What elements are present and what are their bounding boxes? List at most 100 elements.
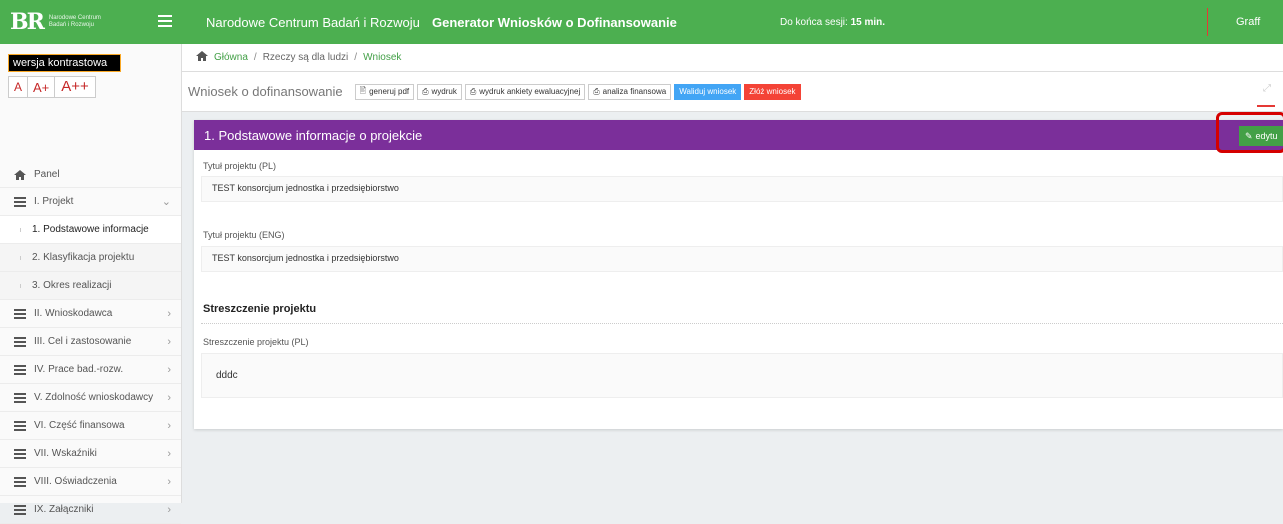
chevron-right-icon: › bbox=[167, 335, 171, 348]
sidebar-item-zalaczniki[interactable]: IX. Załączniki › bbox=[0, 496, 181, 524]
home-icon bbox=[14, 169, 26, 180]
list-icon bbox=[14, 420, 26, 431]
chevron-right-icon: › bbox=[167, 447, 171, 460]
print-button[interactable]: ⎙ wydruk bbox=[417, 83, 462, 100]
font-size-normal[interactable]: A bbox=[8, 76, 29, 98]
breadcrumb-home[interactable]: Główna bbox=[214, 52, 248, 63]
summary-heading: Streszczenie projektu bbox=[203, 303, 317, 315]
list-icon bbox=[14, 196, 26, 207]
font-size-large[interactable]: A+ bbox=[27, 76, 56, 98]
list-icon bbox=[14, 476, 26, 487]
chevron-right-icon: › bbox=[167, 391, 171, 404]
active-indicator bbox=[1257, 105, 1275, 107]
sidebar-item-panel[interactable]: Panel bbox=[0, 162, 181, 188]
sidebar-item-wskazniki[interactable]: VII. Wskaźniki › bbox=[0, 440, 181, 468]
sidebar: wersja kontrastowa A A+ A++ Panel I. Pro… bbox=[0, 44, 182, 524]
print-survey-button[interactable]: ⎙ wydruk ankiety ewaluacyjnej bbox=[464, 83, 586, 100]
button-label: wydruk ankiety ewaluacyjnej bbox=[479, 87, 581, 96]
chevron-right-icon: › bbox=[167, 307, 171, 320]
section-divider bbox=[201, 323, 1283, 324]
sidebar-item-prace[interactable]: IV. Prace bad.-rozw. › bbox=[0, 356, 181, 384]
org-name: Narodowe Centrum Badań i Rozwoju bbox=[206, 14, 420, 30]
summary-pl-value: dddc bbox=[201, 353, 1283, 398]
expand-icon[interactable]: ⤢ bbox=[1263, 83, 1271, 94]
list-icon bbox=[14, 504, 26, 515]
breadcrumb-current[interactable]: Wniosek bbox=[363, 52, 401, 63]
sidebar-item-oswiadczenia[interactable]: VIII. Oświadczenia › bbox=[0, 468, 181, 496]
sidebar-item-label: 2. Klasyfikacja projektu bbox=[32, 252, 135, 263]
financial-analysis-button[interactable]: ⎙ analiza finansowa bbox=[588, 83, 672, 100]
font-size-switcher: A A+ A++ bbox=[8, 76, 96, 98]
sidebar-item-label: VII. Wskaźniki bbox=[34, 448, 97, 459]
hamburger-menu-icon[interactable] bbox=[158, 15, 172, 30]
user-menu[interactable]: Graff bbox=[1236, 16, 1260, 28]
title-pl-value: TEST konsorcjum jednostka i przedsiębior… bbox=[201, 176, 1283, 202]
user-separator bbox=[1207, 8, 1208, 36]
sidebar-item-label: Panel bbox=[34, 169, 60, 180]
sidebar-item-label: 3. Okres realizacji bbox=[32, 280, 112, 291]
generate-pdf-button[interactable]: 🖹 generuj pdf bbox=[354, 83, 415, 100]
sidebar-item-label: I. Projekt bbox=[34, 196, 74, 207]
submit-button[interactable]: Złóż wniosek bbox=[744, 83, 801, 100]
printer-icon: ⎙ bbox=[593, 86, 600, 96]
sidebar-item-wnioskodawca[interactable]: II. Wnioskodawca › bbox=[0, 300, 181, 328]
button-label: generuj pdf bbox=[369, 87, 410, 96]
highlight-box bbox=[1216, 112, 1283, 153]
chevron-right-icon: › bbox=[167, 503, 171, 516]
section-title: 1. Podstawowe informacje o projekcie bbox=[204, 127, 423, 143]
tree-line bbox=[20, 255, 24, 260]
logo[interactable]: BR Narodowe Centrum Badań i Rozwoju bbox=[0, 0, 182, 44]
sidebar-item-label: VI. Część finansowa bbox=[34, 420, 125, 431]
page-title: Wniosek o dofinansowanie bbox=[188, 84, 343, 99]
title-eng-value: TEST konsorcjum jednostka i przedsiębior… bbox=[201, 246, 1283, 272]
home-icon[interactable] bbox=[196, 51, 208, 64]
list-icon bbox=[14, 448, 26, 459]
session-value: 15 min. bbox=[850, 16, 886, 28]
sidebar-menu: Panel I. Projekt ⌄ 1. Podstawowe informa… bbox=[0, 162, 181, 524]
breadcrumb: Główna / Rzeczy są dla ludzi / Wniosek bbox=[182, 44, 1283, 72]
printer-icon: ⎙ bbox=[469, 86, 477, 96]
breadcrumb-separator: / bbox=[253, 52, 257, 63]
contrast-toggle[interactable]: wersja kontrastowa bbox=[8, 54, 121, 72]
chevron-down-icon: ⌄ bbox=[161, 196, 171, 208]
button-label: wydruk bbox=[431, 87, 457, 96]
file-icon: 🖹 bbox=[359, 85, 367, 95]
session-label: Do końca sesji: bbox=[780, 16, 848, 28]
sidebar-item-label: IX. Załączniki bbox=[34, 504, 94, 515]
chevron-right-icon: › bbox=[167, 363, 171, 376]
session-timer: Do końca sesji: 15 min. bbox=[780, 17, 885, 28]
sidebar-item-label: 1. Podstawowe informacje bbox=[32, 224, 149, 235]
printer-icon: ⎙ bbox=[422, 86, 429, 96]
sidebar-item-finanse[interactable]: VI. Część finansowa › bbox=[0, 412, 181, 440]
sidebar-subitem-okres[interactable]: 3. Okres realizacji bbox=[0, 272, 181, 300]
sidebar-item-projekt[interactable]: I. Projekt ⌄ bbox=[0, 188, 181, 216]
font-size-xlarge[interactable]: A++ bbox=[54, 76, 96, 98]
list-icon bbox=[14, 308, 26, 319]
tree-line bbox=[20, 227, 24, 232]
list-icon bbox=[14, 392, 26, 403]
toolbar: Wniosek o dofinansowanie 🖹 generuj pdf ⎙ w… bbox=[182, 72, 1283, 112]
logo-mark: BR bbox=[10, 9, 45, 35]
breadcrumb-item[interactable]: Rzeczy są dla ludzi bbox=[263, 52, 349, 63]
list-icon bbox=[14, 336, 26, 347]
sidebar-item-cel[interactable]: III. Cel i zastosowanie › bbox=[0, 328, 181, 356]
sidebar-item-label: V. Zdolność wnioskodawcy bbox=[34, 392, 154, 403]
chevron-right-icon: › bbox=[167, 475, 171, 488]
list-icon bbox=[14, 364, 26, 375]
sidebar-item-zdolnosc[interactable]: V. Zdolność wnioskodawcy › bbox=[0, 384, 181, 412]
tree-line bbox=[20, 283, 24, 288]
sidebar-item-label: III. Cel i zastosowanie bbox=[34, 336, 132, 347]
sidebar-subitem-klasyfikacja[interactable]: 2. Klasyfikacja projektu bbox=[0, 244, 181, 272]
sidebar-item-label: VIII. Oświadczenia bbox=[34, 476, 117, 487]
logo-subtitle: Narodowe Centrum Badań i Rozwoju bbox=[48, 15, 101, 28]
breadcrumb-separator: / bbox=[354, 52, 358, 63]
field-label: Tytuł projektu (PL) bbox=[203, 161, 277, 171]
top-bar: BR Narodowe Centrum Badań i Rozwoju Naro… bbox=[0, 0, 1283, 44]
sidebar-subitem-podstawowe[interactable]: 1. Podstawowe informacje bbox=[0, 216, 181, 244]
sidebar-item-label: IV. Prace bad.-rozw. bbox=[34, 364, 124, 375]
section-header: 1. Podstawowe informacje o projekcie ✎ ed… bbox=[194, 120, 1283, 150]
field-label: Tytuł projektu (ENG) bbox=[203, 230, 285, 240]
validate-button[interactable]: Waliduj wniosek bbox=[674, 83, 742, 100]
sidebar-item-label: II. Wnioskodawca bbox=[34, 308, 113, 319]
app-title: Generator Wniosków o Dofinansowanie bbox=[432, 14, 677, 30]
